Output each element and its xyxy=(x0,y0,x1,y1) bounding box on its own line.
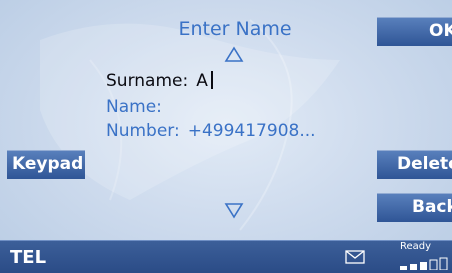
surname-label: Surname: xyxy=(106,71,189,91)
text-cursor xyxy=(210,71,213,89)
arrow-up-icon[interactable] xyxy=(224,45,244,65)
delete-button[interactable]: Delete xyxy=(377,150,452,179)
ready-status: Ready xyxy=(400,241,432,252)
surname-field[interactable]: Surname: A xyxy=(106,71,213,91)
signal-bar xyxy=(420,262,427,270)
number-field[interactable]: Number: +499417908... xyxy=(106,121,316,141)
mode-label: TEL xyxy=(10,247,47,268)
surname-value: A xyxy=(196,71,208,91)
phone-screen: Enter Name Surname: A Name: Number: +49941… xyxy=(0,0,452,273)
signal-strength-icon xyxy=(400,257,448,270)
back-button[interactable]: Back xyxy=(377,193,452,222)
signal-bar xyxy=(429,259,438,270)
number-label: Number: xyxy=(106,121,180,141)
status-bar: TEL Ready xyxy=(0,240,452,273)
keypad-button[interactable]: Keypad xyxy=(7,150,85,179)
name-label: Name: xyxy=(106,97,162,117)
signal-bar xyxy=(400,266,407,270)
signal-bar xyxy=(410,264,417,270)
signal-bar xyxy=(439,257,448,270)
envelope-icon xyxy=(345,250,365,264)
name-field[interactable]: Name: xyxy=(106,97,170,117)
page-title: Enter Name xyxy=(178,18,292,40)
arrow-down-icon[interactable] xyxy=(224,200,244,220)
ok-button[interactable]: OK xyxy=(377,17,452,46)
number-value: +499417908... xyxy=(187,121,316,141)
